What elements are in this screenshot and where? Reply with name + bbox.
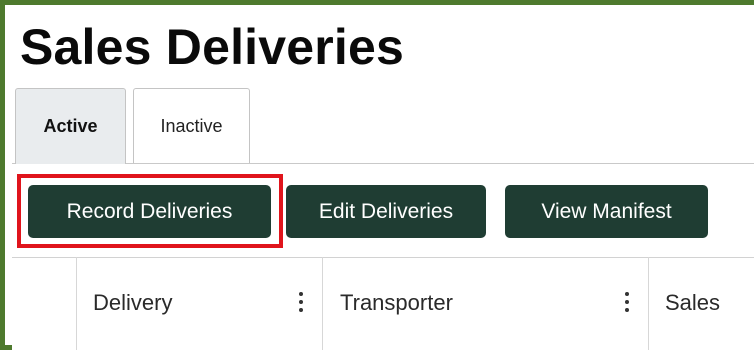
view-manifest-button[interactable]: View Manifest (505, 185, 708, 238)
column-menu-icon[interactable] (621, 288, 633, 316)
column-divider[interactable] (322, 257, 323, 350)
edit-deliveries-button[interactable]: Edit Deliveries (286, 185, 486, 238)
column-header-delivery[interactable]: Delivery (93, 289, 172, 317)
column-header-transporter[interactable]: Transporter (340, 289, 453, 317)
column-header-sales[interactable]: Sales (665, 289, 720, 317)
page-title: Sales Deliveries (20, 19, 405, 75)
column-divider (76, 257, 77, 350)
tab-active[interactable]: Active (15, 88, 126, 164)
record-deliveries-button[interactable]: Record Deliveries (28, 185, 271, 238)
column-divider[interactable] (648, 257, 649, 350)
tab-inactive[interactable]: Inactive (133, 88, 250, 163)
column-menu-icon[interactable] (295, 288, 307, 316)
